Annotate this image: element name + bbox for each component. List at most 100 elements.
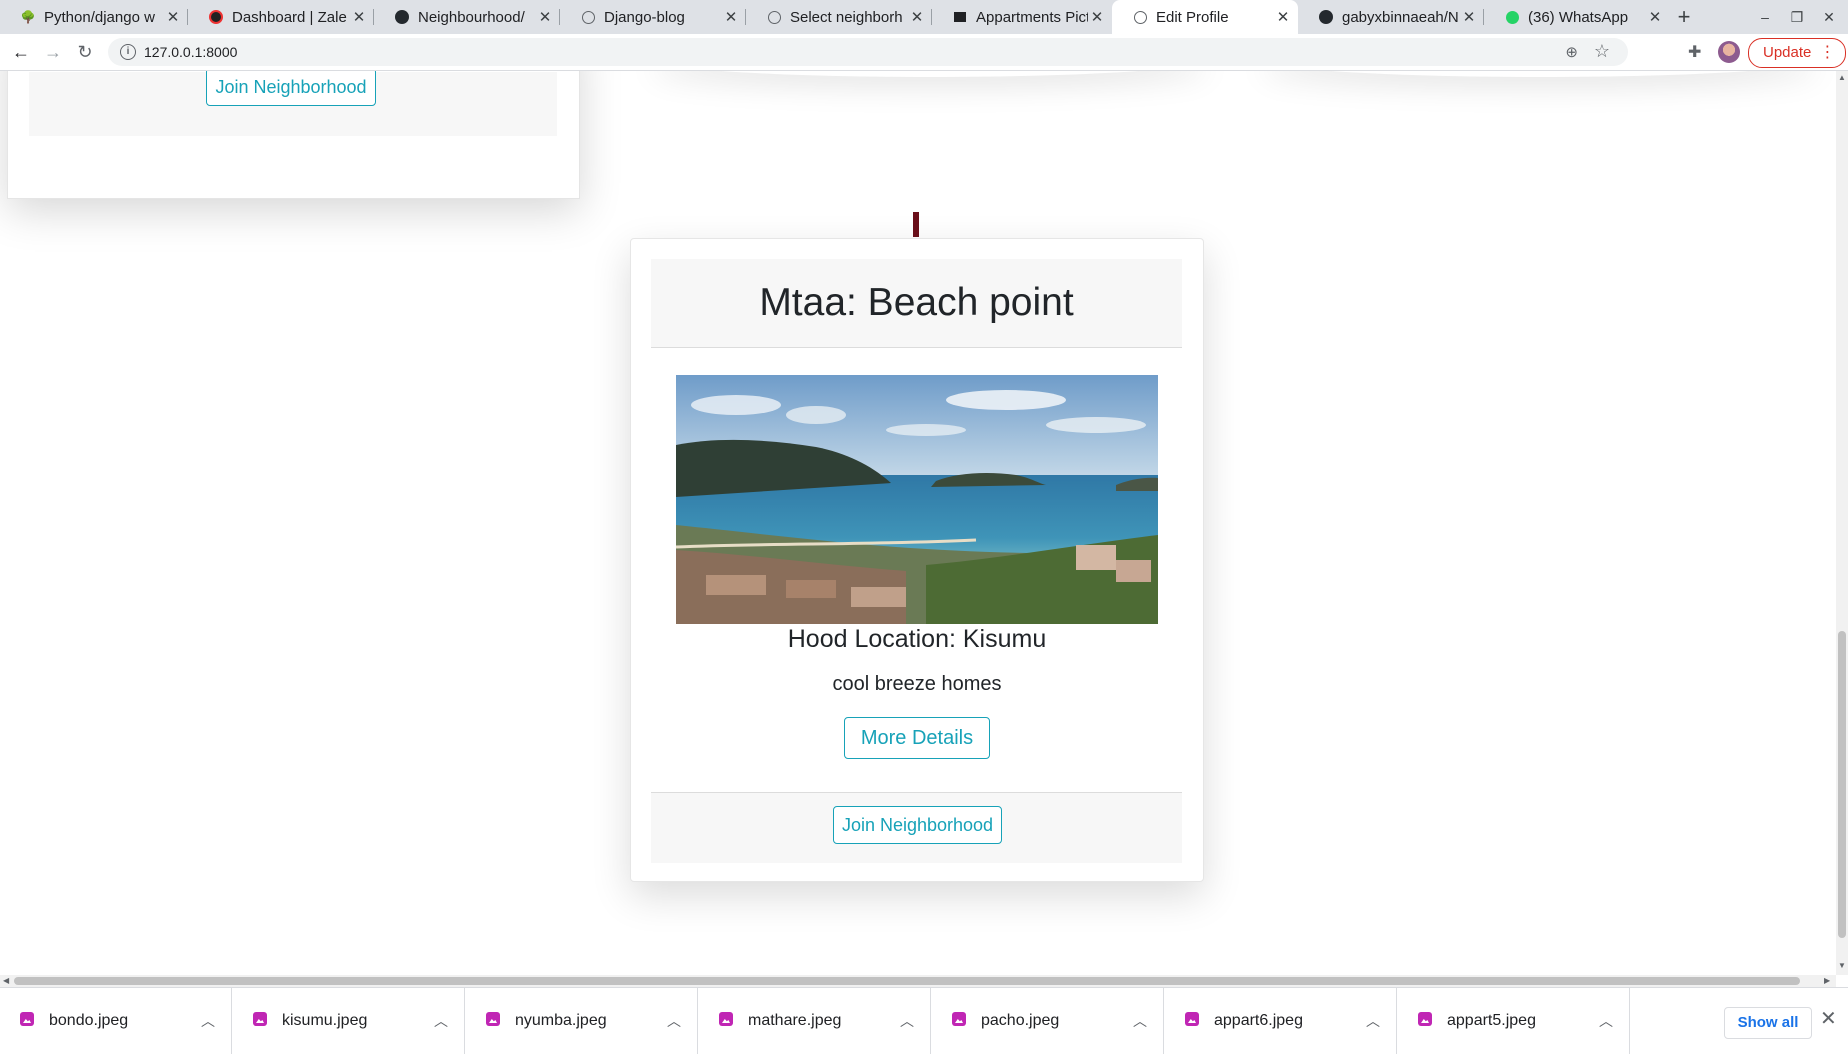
chevron-up-icon[interactable]: ︿ [1366,988,1380,1054]
download-item[interactable]: appart6.jpeg ︿ [1165,988,1397,1054]
tab-title: Select neighborh [790,8,903,26]
close-tab-icon[interactable]: ✕ [1088,8,1106,26]
download-shelf: bondo.jpeg ︿ kisumu.jpeg ︿ nyumba.jpeg ︿… [0,987,1848,1054]
chevron-up-icon[interactable]: ︿ [667,988,681,1054]
scroll-right-icon[interactable]: ▶ [1824,975,1830,987]
image-file-icon [253,1012,267,1026]
tree-icon: 🌳 [20,10,36,24]
extensions-puzzle-icon[interactable]: ✚ [1688,42,1701,62]
image-file-icon [1418,1012,1432,1026]
download-filename: nyumba.jpeg [515,1012,607,1029]
url-text[interactable]: 127.0.0.1:8000 [144,38,237,66]
globe-icon [580,9,596,25]
globe-icon [766,9,782,25]
card-footer: Join Neighborhood [651,792,1182,863]
zoom-icon[interactable]: ⊕ [1565,43,1578,61]
tab-title: Python/django w [44,8,155,26]
more-details-button[interactable]: More Details [844,717,990,759]
profile-avatar[interactable] [1718,41,1740,63]
tab-python-django[interactable]: 🌳 Python/django w ✕ [0,0,188,34]
browser-toolbar: ← → ↻ i 127.0.0.1:8000 ⊕ ☆ ✚ [0,34,1848,71]
close-tab-icon[interactable]: ✕ [1646,8,1664,26]
close-tab-icon[interactable]: ✕ [536,8,554,26]
scroll-up-icon[interactable]: ▲ [1836,73,1848,82]
neighborhood-card: Mtaa: Beach point Hood Location: Kisumu … [630,238,1204,882]
card-title: Mtaa: Beach point [759,281,1074,324]
minimize-icon[interactable]: – [1748,0,1782,34]
join-neighborhood-button[interactable]: Join Neighborhood [833,806,1002,844]
window-close-icon[interactable]: ✕ [1812,0,1846,34]
download-filename: kisumu.jpeg [282,1012,368,1029]
back-arrow-icon[interactable]: ← [6,34,36,70]
card-header: Mtaa: Beach point [651,259,1182,348]
zalego-icon [208,9,224,25]
chevron-up-icon[interactable]: ︿ [201,988,215,1054]
tab-edit-profile[interactable]: Edit Profile ✕ [1112,0,1298,34]
tab-django-blog[interactable]: Django-blog ✕ [560,0,746,34]
menu-kebab-icon: ⋮ [1819,44,1836,61]
image-file-icon [20,1012,34,1026]
scroll-left-icon[interactable]: ◀ [3,975,9,987]
image-file-icon [952,1012,966,1026]
download-item[interactable]: nyumba.jpeg ︿ [466,988,698,1054]
address-bar[interactable]: i 127.0.0.1:8000 ⊕ ☆ [108,38,1628,66]
chevron-up-icon[interactable]: ︿ [1599,988,1613,1054]
image-file-icon [486,1012,500,1026]
tab-dashboard[interactable]: Dashboard | Zale ✕ [188,0,374,34]
download-item[interactable]: bondo.jpeg ︿ [0,988,232,1054]
download-item[interactable]: kisumu.jpeg ︿ [233,988,465,1054]
tab-strip: 🌳 Python/django w ✕ Dashboard | Zale ✕ N… [0,0,1848,34]
download-item[interactable]: mathare.jpeg ︿ [699,988,931,1054]
download-filename: bondo.jpeg [49,1012,129,1029]
site-info-icon[interactable]: i [120,44,136,60]
chevron-up-icon[interactable]: ︿ [434,988,448,1054]
github-icon [394,9,410,25]
horizontal-scrollbar[interactable]: ◀ ▶ [0,975,1836,987]
hood-description: cool breeze homes [832,673,1002,695]
tab-whatsapp[interactable]: (36) WhatsApp ✕ [1484,0,1670,34]
new-tab-icon[interactable]: + [1670,0,1698,34]
update-button[interactable]: Update ⋮ [1748,38,1847,68]
forward-arrow-icon[interactable]: → [38,34,68,70]
scrollbar-thumb[interactable] [14,977,1800,985]
scrollbar-thumb[interactable] [1838,631,1846,938]
restore-icon[interactable]: ❐ [1780,0,1814,34]
image-file-icon [1185,1012,1199,1026]
globe-icon [1132,9,1148,25]
close-tab-icon[interactable]: ✕ [1460,8,1478,26]
close-tab-icon[interactable]: ✕ [722,8,740,26]
card-shadow [650,71,1210,77]
download-filename: pacho.jpeg [981,1012,1060,1029]
card-footer: Join Neighborhood [29,71,557,136]
tab-title: Appartments Pict [976,8,1088,26]
download-filename: mathare.jpeg [748,1012,842,1029]
divider-mark [913,212,919,237]
download-item[interactable]: pacho.jpeg ︿ [932,988,1164,1054]
close-tab-icon[interactable]: ✕ [350,8,368,26]
bookmark-star-icon[interactable]: ☆ [1594,41,1610,62]
download-item[interactable]: appart5.jpeg ︿ [1398,988,1630,1054]
close-tab-icon[interactable]: ✕ [908,8,926,26]
unsplash-icon [952,9,968,25]
show-all-downloads-button[interactable]: Show all [1724,1007,1812,1039]
close-shelf-icon[interactable]: ✕ [1820,1006,1837,1031]
join-neighborhood-button[interactable]: Join Neighborhood [206,71,376,106]
chevron-up-icon[interactable]: ︿ [1133,988,1147,1054]
image-file-icon [719,1012,733,1026]
close-tab-icon[interactable]: ✕ [1274,8,1292,26]
tab-neighbourhood[interactable]: Neighbourhood/ ✕ [374,0,560,34]
vertical-scrollbar[interactable]: ▲ ▼ [1836,71,1848,975]
download-filename: appart5.jpeg [1447,1012,1536,1029]
chevron-up-icon[interactable]: ︿ [900,988,914,1054]
github-icon [1318,9,1334,25]
tab-select-neighborhood[interactable]: Select neighborh ✕ [746,0,932,34]
tab-title: Neighbourhood/ [418,8,525,26]
tab-gabyxbinnaeah[interactable]: gabyxbinnaeah/N ✕ [1298,0,1484,34]
download-filename: appart6.jpeg [1214,1012,1303,1029]
reload-icon[interactable]: ↻ [70,34,100,70]
scroll-down-icon[interactable]: ▼ [1836,961,1848,970]
tab-appartments-pictures[interactable]: Appartments Pict ✕ [932,0,1112,34]
hood-location: Hood Location: Kisumu [787,625,1047,653]
close-tab-icon[interactable]: ✕ [164,8,182,26]
tab-title: Dashboard | Zale [232,8,347,26]
